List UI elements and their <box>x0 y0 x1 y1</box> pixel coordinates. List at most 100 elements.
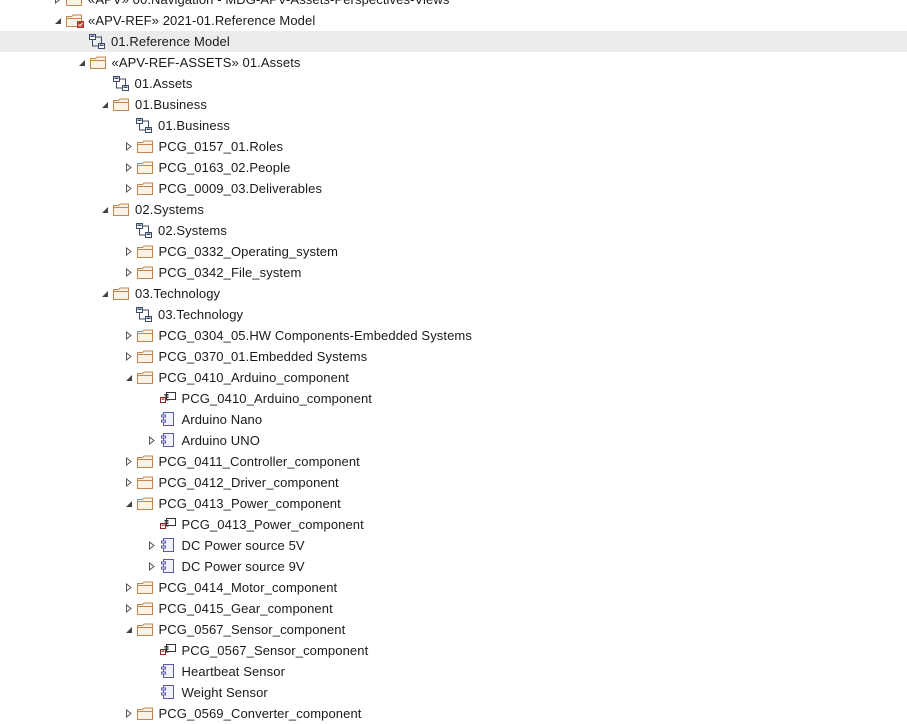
tree-item-label: 02.Systems <box>158 223 227 238</box>
tree-item[interactable]: PCG_0569_Converter_component <box>0 703 907 724</box>
folder-icon <box>89 54 107 71</box>
expand-arrow-icon[interactable] <box>76 52 88 73</box>
tree-item[interactable]: PCG_0370_01.Embedded Systems <box>0 346 907 367</box>
tree-item[interactable]: «APV» 00.Navigation - MDG-APV-Assets-Per… <box>0 0 907 10</box>
diagram-icon <box>135 222 153 239</box>
diagram-icon <box>88 33 106 50</box>
tree-item-label: PCG_0411_Controller_component <box>158 454 360 469</box>
collapse-arrow-icon[interactable] <box>123 136 135 157</box>
folder-icon <box>112 201 130 218</box>
collapse-arrow-icon[interactable] <box>52 0 64 10</box>
tree-item[interactable]: PCG_0567_Sensor_component <box>0 619 907 640</box>
collapse-arrow-icon[interactable] <box>123 472 135 493</box>
tree-item-label: PCG_0415_Gear_component <box>158 601 333 616</box>
tree-item[interactable]: Heartbeat Sensor <box>0 661 907 682</box>
tree-item-label: PCG_0410_Arduino_component <box>158 370 350 385</box>
folder-icon <box>112 285 130 302</box>
tree-item[interactable]: PCG_0410_Arduino_component <box>0 367 907 388</box>
tree-item-label: PCG_0569_Converter_component <box>158 706 362 721</box>
tree-item-label: PCG_0157_01.Roles <box>158 139 284 154</box>
tree-item[interactable]: PCG_0009_03.Deliverables <box>0 178 907 199</box>
expand-arrow-icon[interactable] <box>123 619 135 640</box>
expand-arrow-icon[interactable] <box>52 10 64 31</box>
expand-arrow-icon[interactable] <box>123 493 135 514</box>
tree-item[interactable]: 03.Technology <box>0 283 907 304</box>
tree-item[interactable]: «APV-REF» 2021-01.Reference Model <box>0 10 907 31</box>
tree-item-label: 01.Business <box>135 97 207 112</box>
folder-icon <box>136 264 154 281</box>
tree-item[interactable]: 01.Business <box>0 115 907 136</box>
tree-item[interactable]: PCG_0342_File_system <box>0 262 907 283</box>
tree-item[interactable]: PCG_0413_Power_component <box>0 493 907 514</box>
collapse-arrow-icon[interactable] <box>123 157 135 178</box>
tree-item[interactable]: DC Power source 5V <box>0 535 907 556</box>
folder-icon <box>136 159 154 176</box>
tree-item[interactable]: Arduino Nano <box>0 409 907 430</box>
component-icon <box>159 537 177 554</box>
tree-item[interactable]: PCG_0332_Operating_system <box>0 241 907 262</box>
tree-item-label: Arduino Nano <box>181 412 263 427</box>
component-diagram-icon <box>159 390 177 407</box>
folder-icon <box>136 579 154 596</box>
tree-item[interactable]: PCG_0414_Motor_component <box>0 577 907 598</box>
tree-item[interactable]: PCG_0157_01.Roles <box>0 136 907 157</box>
folder-icon <box>136 495 154 512</box>
tree-item[interactable]: Weight Sensor <box>0 682 907 703</box>
folder-icon <box>136 600 154 617</box>
collapse-arrow-icon[interactable] <box>123 262 135 283</box>
collapse-arrow-icon[interactable] <box>123 325 135 346</box>
folder-icon <box>112 96 130 113</box>
collapse-arrow-icon[interactable] <box>123 451 135 472</box>
folder-icon <box>136 705 154 722</box>
collapse-arrow-icon[interactable] <box>123 346 135 367</box>
collapse-arrow-icon[interactable] <box>146 535 158 556</box>
tree-item-label: 03.Technology <box>158 307 244 322</box>
tree-item[interactable]: PCG_0410_Arduino_component <box>0 388 907 409</box>
tree-item-label: Heartbeat Sensor <box>181 664 285 679</box>
tree-item-label: 01.Assets <box>134 76 193 91</box>
collapse-arrow-icon[interactable] <box>123 703 135 724</box>
tree-item[interactable]: 01.Business <box>0 94 907 115</box>
tree-item[interactable]: Arduino UNO <box>0 430 907 451</box>
diagram-icon <box>135 306 153 323</box>
collapse-arrow-icon[interactable] <box>123 577 135 598</box>
tree-item[interactable]: 02.Systems <box>0 199 907 220</box>
tree-item-label: PCG_0410_Arduino_component <box>181 391 373 406</box>
tree-item[interactable]: 01.Reference Model <box>0 31 907 52</box>
expand-arrow-icon[interactable] <box>99 283 111 304</box>
tree-item[interactable]: DC Power source 9V <box>0 556 907 577</box>
tree-item[interactable]: PCG_0411_Controller_component <box>0 451 907 472</box>
tree-item[interactable]: «APV-REF-ASSETS» 01.Assets <box>0 52 907 73</box>
collapse-arrow-icon[interactable] <box>146 556 158 577</box>
expand-arrow-icon[interactable] <box>99 94 111 115</box>
tree-item[interactable]: PCG_0304_05.HW Components-Embedded Syste… <box>0 325 907 346</box>
tree-item-label: «APV-REF» 2021-01.Reference Model <box>88 13 316 28</box>
tree-item-label: «APV» 00.Navigation - MDG-APV-Assets-Per… <box>88 0 449 10</box>
tree-item[interactable]: 01.Assets <box>0 73 907 94</box>
tree-item[interactable]: PCG_0412_Driver_component <box>0 472 907 493</box>
tree-item-label: PCG_0414_Motor_component <box>158 580 338 595</box>
collapse-arrow-icon[interactable] <box>146 430 158 451</box>
tree-item[interactable]: PCG_0163_02.People <box>0 157 907 178</box>
folder-icon <box>65 0 83 8</box>
folder-icon <box>136 138 154 155</box>
component-diagram-icon <box>159 642 177 659</box>
expand-arrow-icon[interactable] <box>99 199 111 220</box>
folder-icon <box>136 621 154 638</box>
component-icon <box>159 558 177 575</box>
tree-item-label: PCG_0412_Driver_component <box>158 475 339 490</box>
expand-arrow-icon[interactable] <box>123 367 135 388</box>
collapse-arrow-icon[interactable] <box>123 178 135 199</box>
tree-item[interactable]: PCG_0413_Power_component <box>0 514 907 535</box>
tree-item-label: 01.Reference Model <box>111 34 230 49</box>
tree-item[interactable]: PCG_0415_Gear_component <box>0 598 907 619</box>
diagram-icon <box>112 75 130 92</box>
tree-item[interactable]: 03.Technology <box>0 304 907 325</box>
tree-item-label: 02.Systems <box>135 202 204 217</box>
tree-item[interactable]: 02.Systems <box>0 220 907 241</box>
tree-item[interactable]: PCG_0567_Sensor_component <box>0 640 907 661</box>
folder-icon <box>136 243 154 260</box>
collapse-arrow-icon[interactable] <box>123 241 135 262</box>
package-red-icon <box>65 12 84 29</box>
collapse-arrow-icon[interactable] <box>123 598 135 619</box>
